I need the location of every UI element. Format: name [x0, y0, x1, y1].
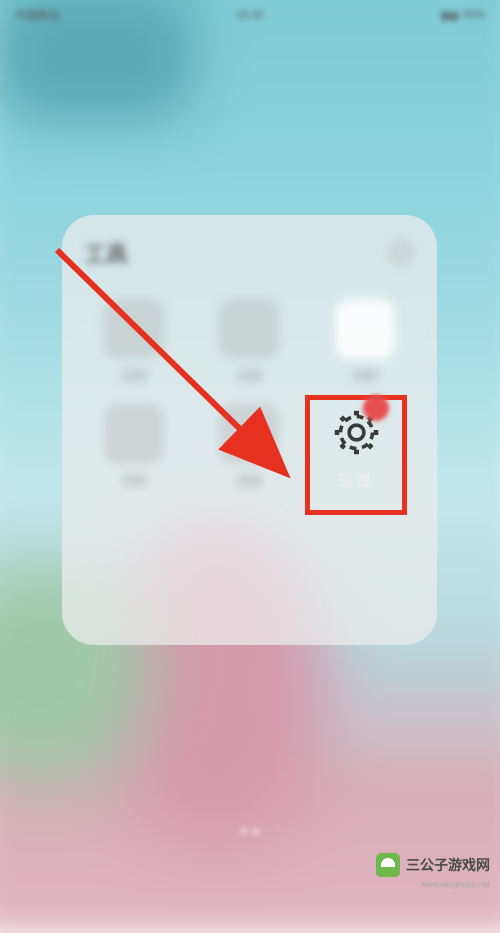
- app-label: 应用: [237, 367, 261, 384]
- status-bar: 中国移动 16:30 ▮▮▮ 80%: [0, 0, 500, 30]
- watermark: 三公子游戏网: [376, 853, 490, 877]
- app-label: 应用: [122, 472, 146, 489]
- app-item[interactable]: 应用: [199, 299, 299, 384]
- folder-title: 工具: [84, 237, 128, 269]
- time-label: 16:30: [236, 9, 264, 21]
- app-label: 应用: [237, 472, 261, 489]
- watermark-url: www.sangongzi.net: [421, 880, 490, 889]
- app-item[interactable]: 应用: [84, 404, 184, 489]
- app-label: 应用: [122, 367, 146, 384]
- settings-app[interactable]: 设置: [310, 400, 402, 491]
- folder-close-button[interactable]: [387, 239, 415, 267]
- notification-badge: [363, 395, 389, 421]
- app-icon: [335, 299, 395, 359]
- watermark-text: 三公子游戏网: [406, 855, 490, 875]
- app-icon: [104, 299, 164, 359]
- watermark-logo-icon: [376, 853, 400, 877]
- page-indicator: [241, 828, 259, 834]
- app-icon: [104, 404, 164, 464]
- app-item[interactable]: 应用: [199, 404, 299, 489]
- app-icon: [219, 299, 279, 359]
- carrier-label: 中国移动: [15, 7, 59, 23]
- battery-label: 80%: [463, 9, 485, 21]
- settings-label: 设置: [338, 470, 374, 491]
- app-icon: [219, 404, 279, 464]
- app-item[interactable]: 应用: [315, 299, 415, 384]
- app-label: 应用: [353, 367, 377, 384]
- status-icons: ▮▮▮: [441, 9, 459, 22]
- app-item[interactable]: 应用: [84, 299, 184, 384]
